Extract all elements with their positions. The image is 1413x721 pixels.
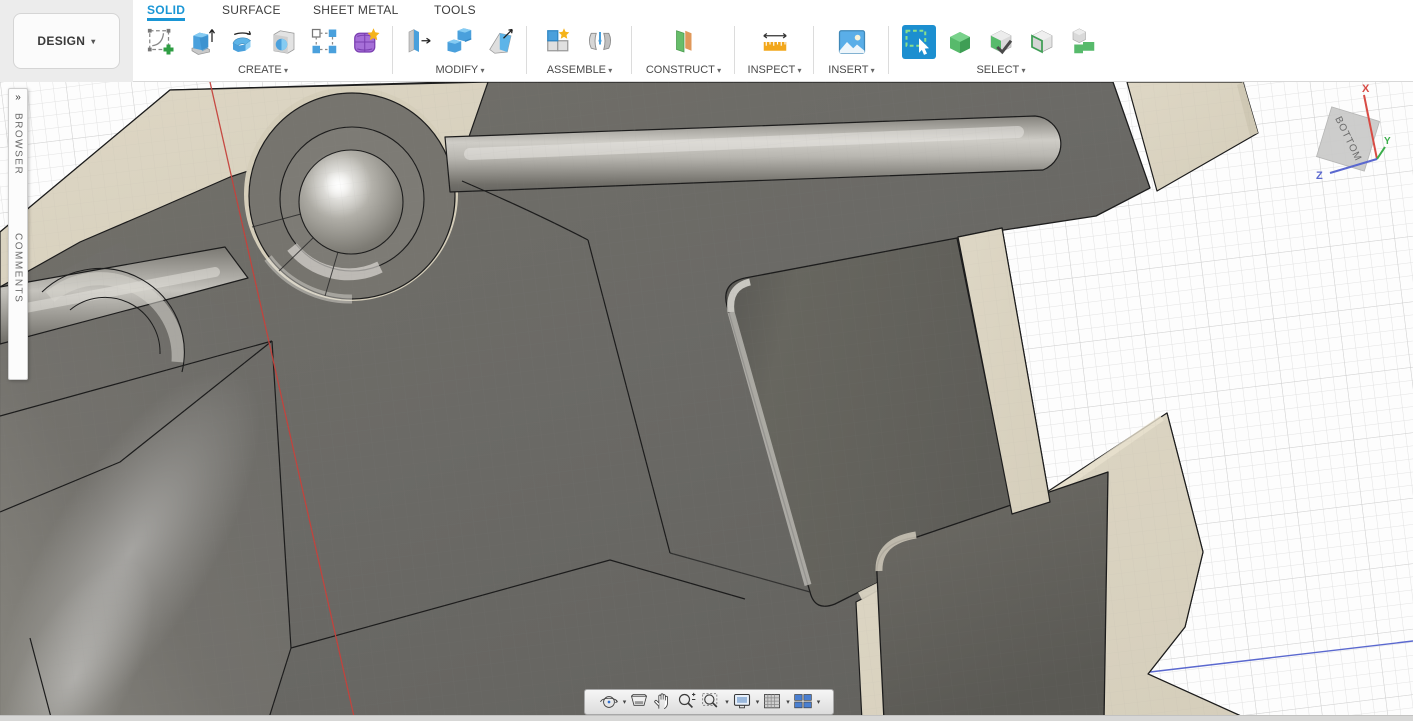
- toolbar-separator: [526, 26, 527, 74]
- cad-model[interactable]: [0, 82, 1413, 721]
- viewport-canvas[interactable]: BOTTOM X Y Z: [0, 82, 1413, 721]
- toolbar-group-insert: INSERT ▾: [818, 22, 885, 80]
- expand-panel-icon[interactable]: »: [15, 93, 21, 103]
- group-label-text: ASSEMBLE: [546, 64, 607, 76]
- left-panel-collapsed: » BROWSER COMMENTS: [8, 88, 28, 380]
- group-label-text: CREATE: [237, 64, 282, 76]
- revolve-icon[interactable]: [226, 25, 260, 59]
- toolbar-group-assemble: ASSEMBLE ▾: [531, 22, 628, 80]
- grid-overlay: [0, 82, 1413, 721]
- fillet-icon[interactable]: [484, 25, 518, 59]
- workspace-switcher-button[interactable]: DESIGN ▾: [13, 13, 120, 69]
- extrude-icon[interactable]: [185, 25, 219, 59]
- chevron-down-icon[interactable]: ▾: [725, 698, 729, 706]
- pattern-icon[interactable]: [308, 25, 342, 59]
- chevron-down-icon[interactable]: ▾: [817, 698, 821, 706]
- axis-z-label: Z: [1316, 170, 1323, 182]
- toolbar-group-construct: CONSTRUCT ▾: [636, 22, 731, 80]
- group-label-insert[interactable]: INSERT ▾: [828, 64, 874, 76]
- toolbar-group-inspect: INSPECT ▾: [739, 22, 810, 80]
- chevron-down-icon[interactable]: ▾: [786, 698, 790, 706]
- chevron-down-icon: ▾: [281, 66, 289, 75]
- viewports-icon[interactable]: [792, 691, 814, 713]
- toolbar-group-select: SELECT ▾: [893, 22, 1109, 80]
- toolbar-separator: [734, 26, 735, 74]
- group-label-construct[interactable]: CONSTRUCT ▾: [646, 64, 721, 76]
- sidebar-item-comments[interactable]: COMMENTS: [13, 233, 24, 303]
- joint-icon[interactable]: [583, 25, 617, 59]
- chevron-down-icon[interactable]: ▾: [756, 698, 760, 706]
- grid-settings-icon[interactable]: [761, 691, 783, 713]
- select-ok-icon[interactable]: [984, 25, 1018, 59]
- insert-canvas-icon[interactable]: [835, 25, 869, 59]
- selection-priority-icon[interactable]: [1066, 25, 1100, 59]
- construction-plane-icon[interactable]: [667, 25, 701, 59]
- select-body-icon[interactable]: [943, 25, 977, 59]
- workspace-switcher-label: DESIGN: [37, 34, 86, 48]
- select-face-icon[interactable]: [1025, 25, 1059, 59]
- tab-sheet-metal[interactable]: SHEET METAL: [313, 0, 399, 21]
- group-label-assemble[interactable]: ASSEMBLE ▾: [547, 64, 613, 76]
- fit-icon[interactable]: [700, 691, 722, 713]
- tab-tools[interactable]: TOOLS: [434, 0, 476, 21]
- pan-icon[interactable]: [652, 691, 674, 713]
- group-label-text: INSERT: [828, 64, 869, 76]
- navigation-toolbar: ▾ ▾ ▾ ▾ ▾: [584, 689, 834, 715]
- tab-solid[interactable]: SOLID: [147, 0, 186, 21]
- look-at-icon[interactable]: [628, 691, 650, 713]
- workspace-switcher-area: DESIGN ▾: [0, 0, 133, 82]
- toolbar-separator: [813, 26, 814, 74]
- chevron-down-icon: ▾: [795, 66, 802, 75]
- chevron-down-icon: ▾: [91, 36, 96, 46]
- group-label-text: CONSTRUCT: [645, 64, 715, 76]
- group-label-text: MODIFY: [435, 64, 479, 76]
- axis-x-label: X: [1362, 83, 1370, 95]
- form-icon[interactable]: [349, 25, 383, 59]
- press-pull-icon[interactable]: [402, 25, 436, 59]
- toolbar-group-create: CREATE ▾: [136, 22, 390, 80]
- chevron-down-icon: ▾: [1019, 66, 1026, 75]
- chevron-down-icon: ▾: [868, 66, 875, 75]
- bottom-edge-strip: [0, 715, 1413, 721]
- toolbar-group-modify: MODIFY ▾: [397, 22, 523, 80]
- create-sketch-icon[interactable]: [144, 25, 178, 59]
- toolbar-separator: [631, 26, 632, 74]
- group-label-create[interactable]: CREATE ▾: [238, 64, 288, 76]
- axis-y-label: Y: [1384, 136, 1391, 147]
- hole-icon[interactable]: [267, 25, 301, 59]
- marquee-select-icon[interactable]: [902, 25, 936, 59]
- tab-surface[interactable]: SURFACE: [222, 0, 281, 21]
- chevron-down-icon: ▾: [714, 66, 722, 75]
- sidebar-item-browser[interactable]: BROWSER: [13, 113, 24, 175]
- fusion360-window: BOTTOM X Y Z DESIGN ▾ SOLID SURFACE SHEET …: [0, 0, 1413, 721]
- group-label-select[interactable]: SELECT ▾: [976, 64, 1025, 76]
- measure-icon[interactable]: [758, 25, 792, 59]
- ribbon-toolbar: DESIGN ▾ SOLID SURFACE SHEET METAL TOOLS CR…: [0, 0, 1413, 82]
- group-label-modify[interactable]: MODIFY ▾: [435, 64, 484, 76]
- group-label-text: SELECT: [976, 64, 1020, 76]
- group-label-inspect[interactable]: INSPECT ▾: [748, 64, 802, 76]
- chevron-down-icon: ▾: [606, 66, 613, 75]
- orbit-icon[interactable]: [598, 691, 620, 713]
- chevron-down-icon: ▾: [478, 66, 485, 75]
- zoom-icon[interactable]: [676, 691, 698, 713]
- display-settings-icon[interactable]: [731, 691, 753, 713]
- chevron-down-icon[interactable]: ▾: [623, 698, 627, 706]
- group-label-text: INSPECT: [747, 64, 796, 76]
- toolbar-separator: [392, 26, 393, 74]
- combine-icon[interactable]: [443, 25, 477, 59]
- new-component-icon[interactable]: [542, 25, 576, 59]
- toolbar-separator: [888, 26, 889, 74]
